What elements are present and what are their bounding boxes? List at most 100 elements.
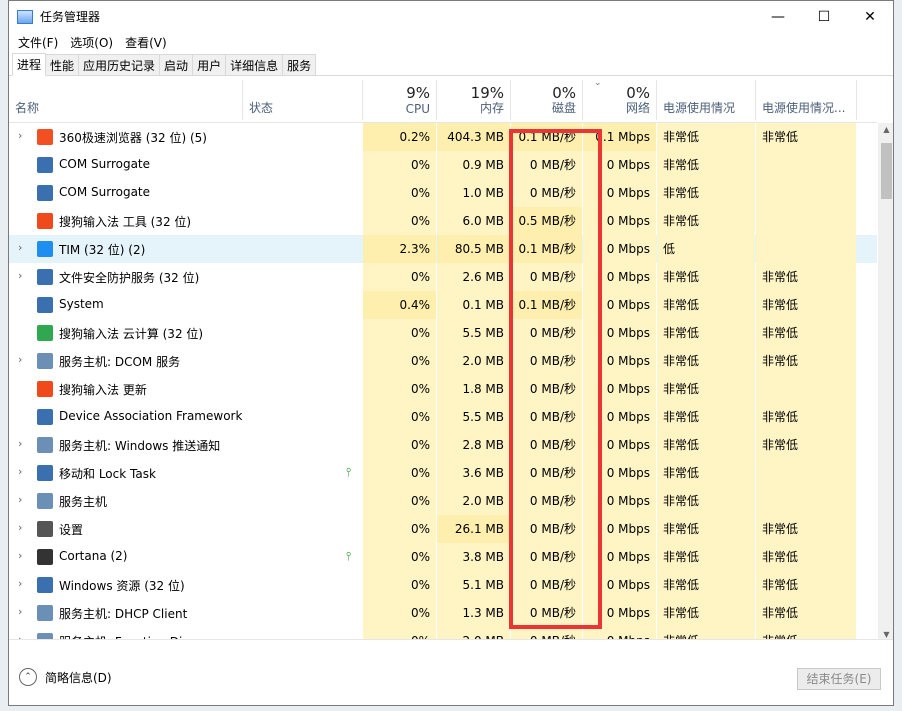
process-name: COM Surrogate [59,157,151,171]
tab-performance[interactable]: 性能 [45,54,80,75]
process-name: 服务主机: DHCP Client [59,607,188,621]
column-disk[interactable]: 0% 磁盘 [511,76,582,122]
disk-value: 0 MB/秒 [511,403,582,431]
expand-chevron-icon[interactable]: › [18,353,28,366]
table-row[interactable]: › 设置 0% 26.1 MB 0 MB/秒 0 Mbps 非常低 非常低 [9,515,877,543]
maximize-button[interactable]: ☐ [801,1,847,32]
close-button[interactable]: ✕ [847,1,893,32]
table-row[interactable]: › 服务主机 0% 2.0 MB 0 MB/秒 0 Mbps 非常低 [9,487,877,515]
expand-chevron-icon[interactable]: › [18,521,28,534]
end-task-button[interactable]: 结束任务(E) [797,668,881,690]
scroll-down-icon[interactable]: ▼ [878,630,893,639]
disk-value: 0 MB/秒 [511,375,582,403]
process-name: Cortana (2) [59,549,128,563]
tab-users[interactable]: 用户 [192,54,227,75]
network-value: 0 Mbps [583,375,656,403]
table-header: 名称 状态 9% CPU 19% 内存 0% 磁盘 ⌄ 0% 网络 电源使用情况… [9,76,877,123]
chevron-up-icon: ⌃ [19,668,37,686]
expand-chevron-icon[interactable]: › [18,493,28,506]
column-cpu[interactable]: 9% CPU [363,76,436,122]
memory-value: 404.3 MB [437,123,510,151]
memory-value: 3.8 MB [437,543,510,571]
minimize-button[interactable]: — [755,1,801,32]
column-power-trend[interactable]: 电源使用情况... [756,76,856,122]
power-usage-value: 非常低 [657,515,755,543]
power-usage-value: 非常低 [657,151,755,179]
process-name: 360极速浏览器 (32 位) (5) [59,131,207,145]
table-row[interactable]: › 移动和 Lock Task ⫯ 0% 3.6 MB 0 MB/秒 0 Mbps 非常低 [9,459,877,487]
table-row[interactable]: › 服务主机: DCOM 服务 0% 2.0 MB 0 MB/秒 0 Mbps 非常低 非常低 [9,347,877,375]
table-row[interactable]: › 文件安全防护服务 (32 位) 0% 2.6 MB 0 MB/秒 0 Mbps 非常低非… [9,263,877,291]
table-row[interactable]: › Windows 资源 (32 位) 0% 5.1 MB 0 MB/秒 0 Mbps 非常… [9,571,877,599]
memory-value: 2.0 MB [437,347,510,375]
disk-value: 0 MB/秒 [511,543,582,571]
expand-chevron-icon[interactable]: › [18,549,28,562]
menu-options[interactable]: 选项(O) [64,34,119,51]
app-window-icon [37,185,53,201]
tab-details[interactable]: 详细信息 [225,54,284,75]
expand-chevron-icon[interactable]: › [18,241,28,254]
menu-file[interactable]: 文件(F) [12,34,64,51]
column-network-label: 网络 [625,101,650,115]
column-name[interactable]: 名称 [9,76,242,122]
cpu-value: 0% [363,151,436,179]
table-row[interactable]: System 0.4% 0.1 MB 0.1 MB/秒 0 Mbps 非常低 非常低 [9,291,877,319]
table-row[interactable]: COM Surrogate 0% 1.0 MB 0 MB/秒 0 Mbps 非常低 [9,179,877,207]
expand-chevron-icon[interactable]: › [18,605,28,618]
cpu-value: 0% [363,515,436,543]
power-trend-value: 非常低 [756,431,856,459]
tab-processes[interactable]: 进程 [12,53,47,76]
expand-chevron-icon[interactable]: › [18,129,28,142]
table-row[interactable]: › 360极速浏览器 (32 位) (5) 0.2% 404.3 MB 0.1 MB/秒… [9,123,877,151]
vertical-scrollbar[interactable]: ▲ ▼ [878,123,893,641]
expand-chevron-icon[interactable]: › [18,465,28,478]
memory-value: 0.9 MB [437,151,510,179]
table-row[interactable]: › TIM (32 位) (2) 2.3% 80.5 MB 0.1 MB/秒 0 Mbps… [9,235,877,263]
network-value: 0 Mbps [583,543,656,571]
network-value: 0 Mbps [583,319,656,347]
gear-icon [37,353,53,369]
disk-value: 0.1 MB/秒 [511,123,582,151]
table-row[interactable]: 搜狗输入法 工具 (32 位) 0% 6.0 MB 0.5 MB/秒 0 Mbps 非常低 [9,207,877,235]
table-row[interactable]: › 服务主机: Windows 推送通知 0% 2.8 MB 0 MB/秒 0 Mbps 非… [9,431,877,459]
menu-view[interactable]: 查看(V) [119,34,173,51]
tab-app-history[interactable]: 应用历史记录 [78,54,161,75]
column-status[interactable]: 状态 [243,76,362,122]
memory-value: 1.0 MB [437,179,510,207]
scroll-thumb[interactable] [881,143,892,199]
column-memory[interactable]: 19% 内存 [437,76,510,122]
tab-services[interactable]: 服务 [282,54,317,75]
expand-chevron-icon[interactable]: › [18,577,28,590]
sogou-icon [37,213,53,229]
memory-value: 6.0 MB [437,207,510,235]
sogou-icon [37,381,53,397]
expand-chevron-icon[interactable]: › [18,269,28,282]
expand-chevron-icon[interactable]: › [18,437,28,450]
table-row[interactable]: › Cortana (2) ⫯ 0% 3.8 MB 0 MB/秒 0 Mbps 非常低 非常低 [9,543,877,571]
cpu-value: 0% [363,599,436,627]
column-divider[interactable] [856,80,857,120]
title-bar[interactable]: 任务管理器 — ☐ ✕ [9,1,893,32]
table-row[interactable]: Device Association Framework 0% 5.5 MB 0 MB… [9,403,877,431]
network-value: 0 Mbps [583,151,656,179]
power-usage-value: 非常低 [657,207,755,235]
table-row[interactable]: 搜狗输入法 云计算 (32 位) 0% 5.5 MB 0 MB/秒 0 Mbps 非常低非… [9,319,877,347]
scroll-up-icon[interactable]: ▲ [878,125,893,134]
disk-value: 0 MB/秒 [511,151,582,179]
fewer-details-label: 简略信息(D) [45,670,112,685]
process-name: Windows 资源 (32 位) [59,579,185,593]
process-name: 服务主机: DCOM 服务 [59,355,181,369]
table-row[interactable]: 搜狗输入法 更新 0% 1.8 MB 0 MB/秒 0 Mbps 非常低 [9,375,877,403]
power-usage-value: 非常低 [657,403,755,431]
process-name: 服务主机: Windows 推送通知 [59,439,221,453]
table-row[interactable]: COM Surrogate 0% 0.9 MB 0 MB/秒 0 Mbps 非常低 [9,151,877,179]
table-row[interactable]: › 服务主机: DHCP Client 0% 1.3 MB 0 MB/秒 0 Mbps 非常… [9,599,877,627]
tab-startup[interactable]: 启动 [159,54,194,75]
cpu-value: 0% [363,431,436,459]
column-network[interactable]: 0% 网络 [583,76,656,122]
disk-value: 0 MB/秒 [511,487,582,515]
column-power[interactable]: 电源使用情况 [657,76,755,122]
network-value: 0 Mbps [583,403,656,431]
cpu-value: 0% [363,543,436,571]
fewer-details-button[interactable]: ⌃ 简略信息(D) [19,668,112,686]
